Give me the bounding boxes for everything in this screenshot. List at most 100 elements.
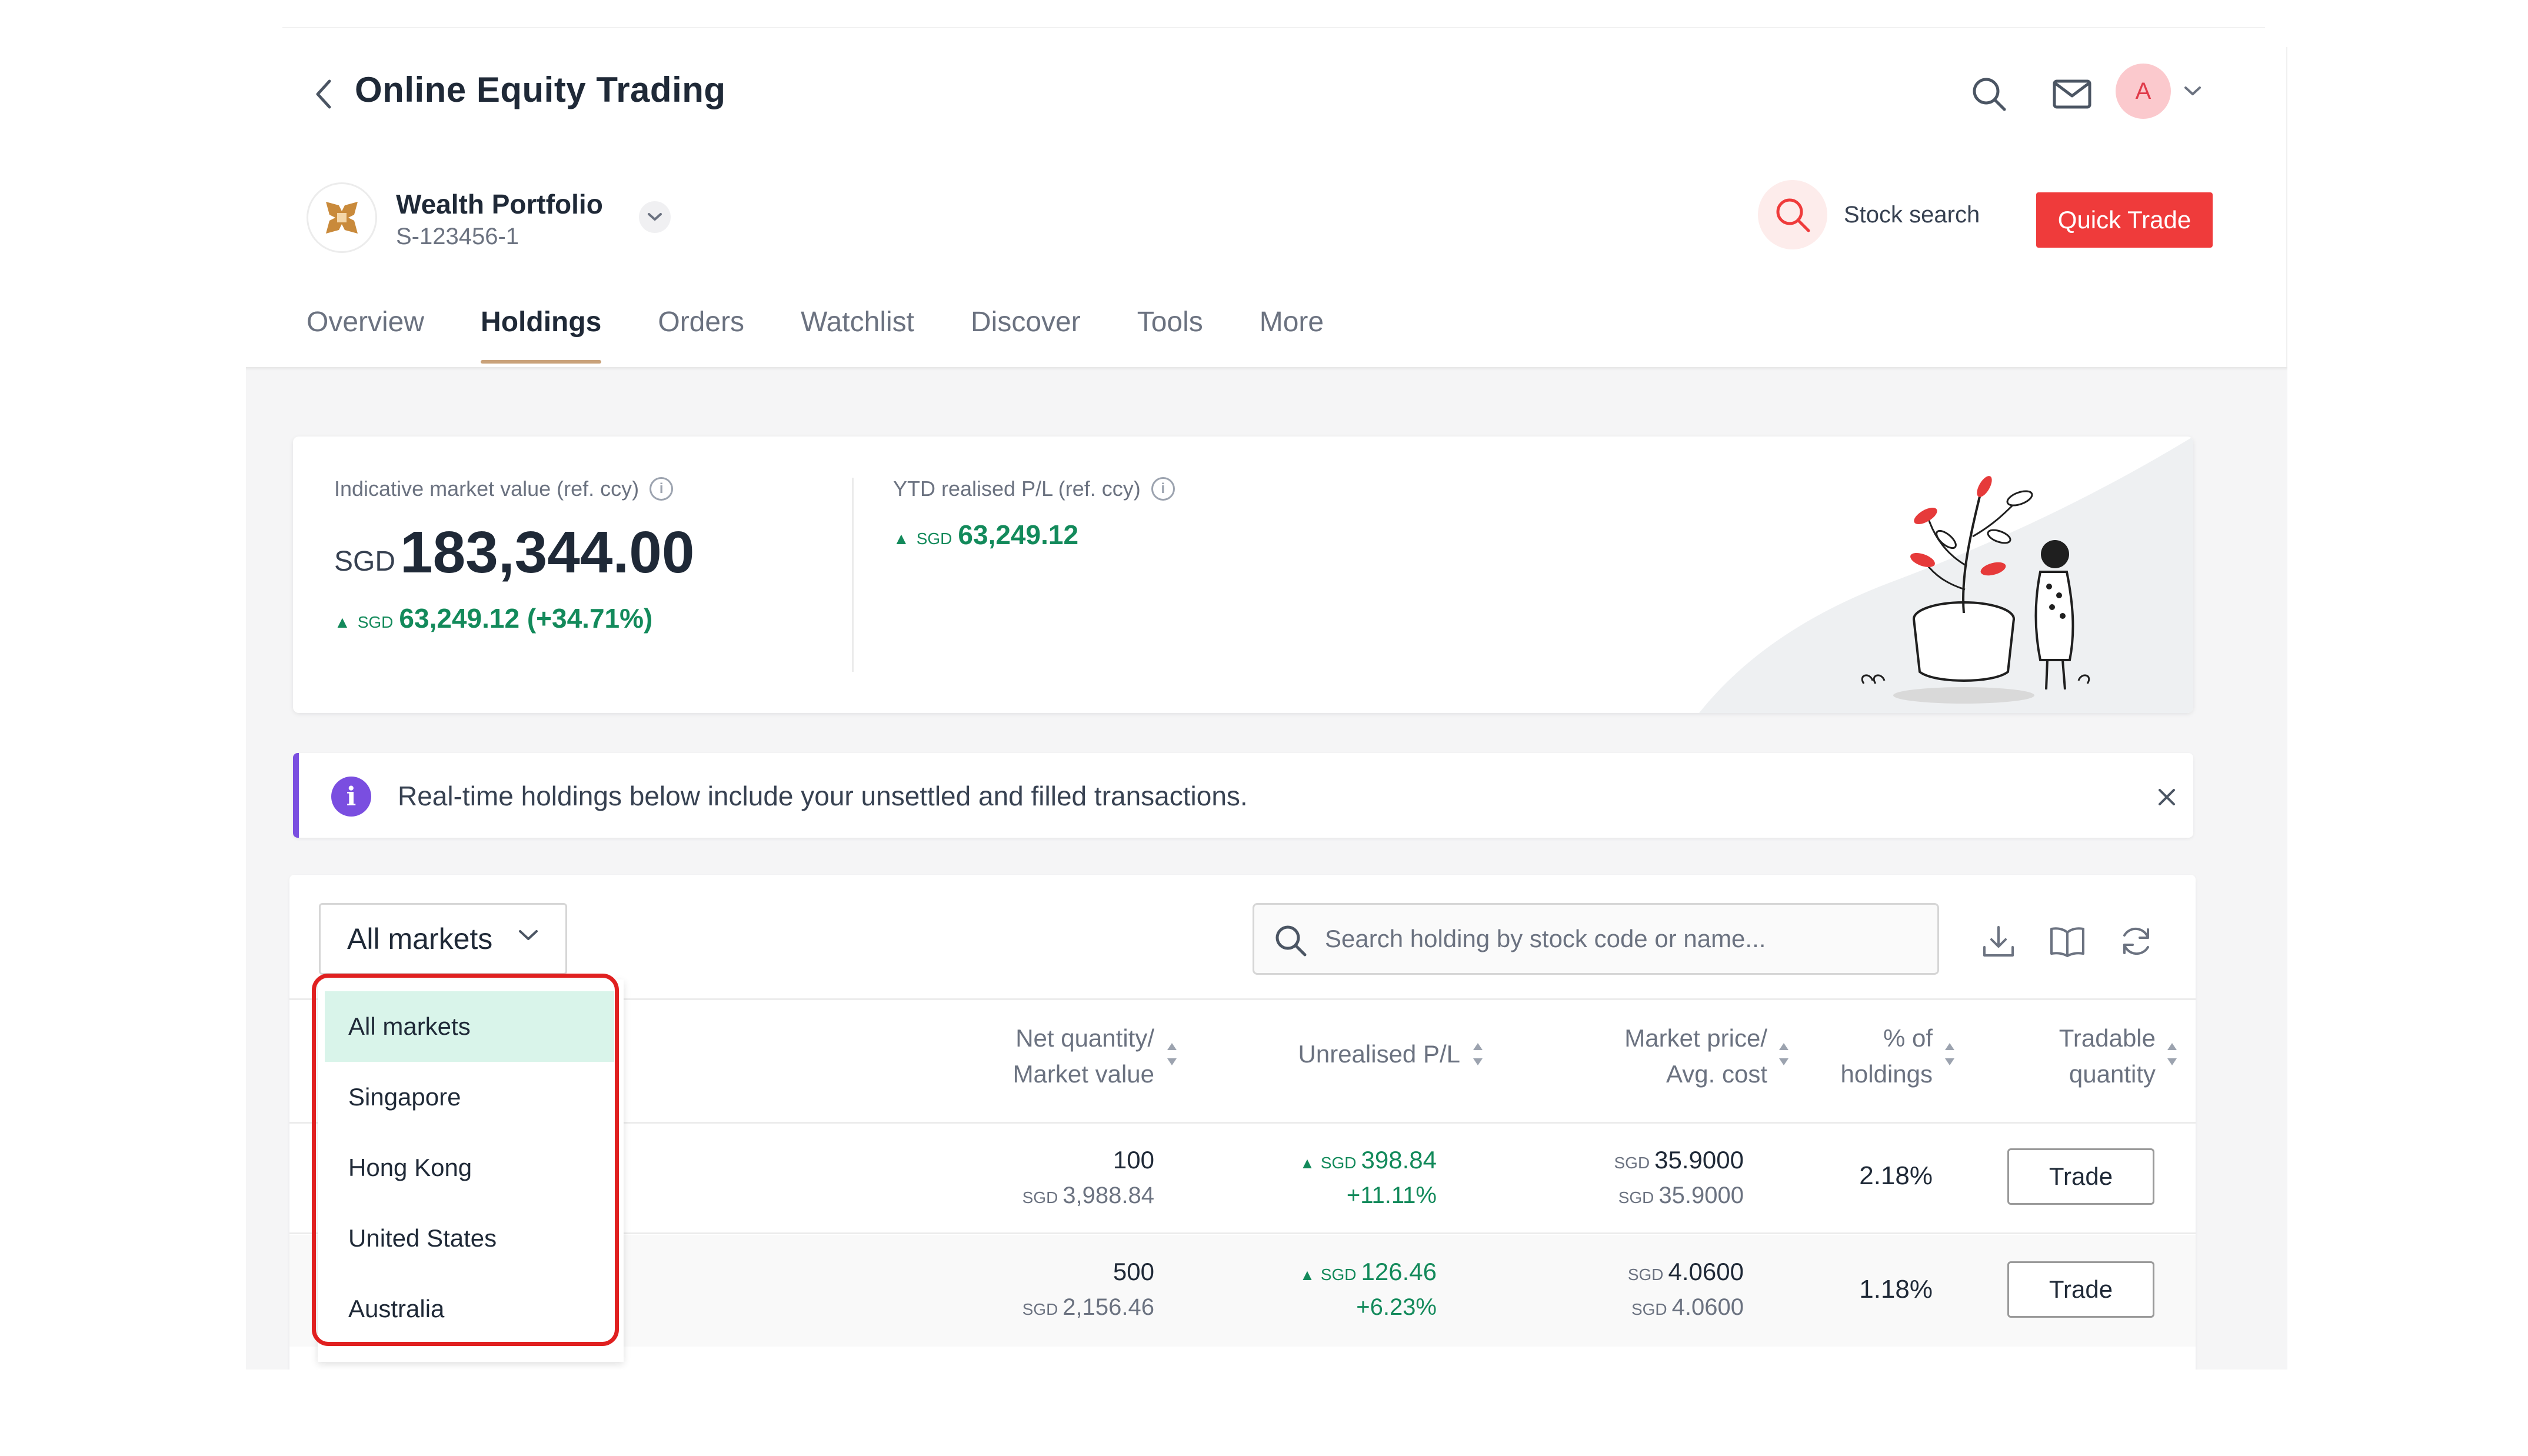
market-value-label-text: Indicative market value (ref. ccy): [334, 477, 640, 501]
up-arrow-icon: ▲: [1300, 1154, 1315, 1172]
market-filter-dropdown: All markets Singapore Hong Kong United S…: [318, 979, 624, 1362]
avg-cost: 35.9000: [1658, 1182, 1744, 1208]
market-option-united-states[interactable]: United States: [325, 1203, 614, 1274]
portfolio-name: Wealth Portfolio: [396, 189, 603, 219]
column-header-line: Net quantity/: [1015, 1024, 1154, 1052]
unrealised-pl-value: 398.84: [1361, 1146, 1437, 1174]
market-option-singapore[interactable]: Singapore: [325, 1062, 614, 1132]
tab-overview[interactable]: Overview: [307, 306, 424, 371]
net-quantity: 100: [1113, 1146, 1154, 1174]
market-value-label: Indicative market value (ref. ccy) i: [334, 477, 674, 501]
tab-discover[interactable]: Discover: [971, 306, 1081, 371]
column-header-net-quantity[interactable]: Net quantity/ Market value: [1013, 1021, 1154, 1092]
info-icon[interactable]: i: [650, 477, 674, 501]
column-header-line: Avg. cost: [1666, 1059, 1767, 1088]
quick-trade-button[interactable]: Quick Trade: [2036, 192, 2213, 248]
ytd-currency: SGD: [916, 529, 952, 548]
top-border: [282, 27, 2265, 28]
back-button[interactable]: [300, 71, 347, 118]
up-arrow-icon: ▲: [1300, 1266, 1315, 1284]
market-option-australia[interactable]: Australia: [325, 1274, 614, 1344]
column-header-percent-holdings[interactable]: % of holdings: [1841, 1021, 1933, 1092]
refresh-icon: [2123, 927, 2149, 955]
column-header-market-price[interactable]: Market price/ Avg. cost: [1624, 1021, 1767, 1092]
stock-search-label: Stock search: [1844, 201, 1980, 228]
close-icon: [2159, 789, 2175, 805]
market-option-hong-kong[interactable]: Hong Kong: [325, 1132, 614, 1203]
tab-more[interactable]: More: [1260, 306, 1324, 371]
tab-watchlist[interactable]: Watchlist: [801, 306, 914, 371]
market-option-all[interactable]: All markets: [325, 991, 614, 1062]
plant-illustration: [1640, 437, 2193, 713]
stock-search-button[interactable]: Stock search: [1758, 180, 1980, 249]
tab-bar: Overview Holdings Orders Watchlist Disco…: [307, 306, 1380, 371]
portfolio-logo-icon: [326, 202, 358, 234]
mail-button[interactable]: [2049, 71, 2096, 118]
sort-icon[interactable]: [1777, 1039, 1791, 1069]
holding-search-input[interactable]: [1253, 903, 1939, 975]
market-price-cell: SGD 35.9000 SGD 35.9000: [1614, 1142, 1744, 1212]
column-header-tradable-quantity[interactable]: Tradable quantity: [2059, 1021, 2156, 1092]
info-icon: i: [331, 777, 371, 817]
refresh-button[interactable]: [2116, 921, 2157, 962]
search-icon: [1776, 198, 1810, 232]
table-row: 500 SGD 2,156.46: [1022, 1254, 1154, 1324]
summary-card: Indicative market value (ref. ccy) i SGD…: [293, 437, 2193, 713]
sort-icon[interactable]: [1471, 1039, 1485, 1069]
currency-label: SGD: [1022, 1188, 1058, 1207]
unrealised-pl-cell: ▲ SGD 126.46 +6.23%: [1300, 1254, 1437, 1324]
market-filter-select[interactable]: All markets: [319, 903, 567, 975]
portfolio-logo: [307, 182, 377, 253]
avatar-menu-toggle[interactable]: [2178, 76, 2207, 106]
market-value-change-value: 63,249.12 (+34.71%): [399, 603, 653, 634]
search-button[interactable]: [1966, 71, 2013, 118]
unrealised-pl-value: 126.46: [1361, 1258, 1437, 1285]
summary-divider: [852, 478, 854, 672]
search-icon: [1973, 78, 2006, 111]
close-banner-button[interactable]: [2146, 777, 2187, 818]
download-button[interactable]: [1978, 921, 2019, 962]
column-header-line: Tradable: [2059, 1024, 2156, 1052]
info-banner-message: Real-time holdings below include your un…: [398, 781, 1248, 811]
download-icon: [1983, 926, 2014, 957]
column-header-line: Market value: [1012, 1059, 1154, 1088]
mail-icon: [2053, 79, 2091, 109]
app-header: Online Equity Trading A Wealth Portfolio…: [246, 47, 2287, 371]
market-value-change: ▲ SGD 63,249.12 (+34.71%): [334, 602, 652, 634]
market-value-change-currency: SGD: [357, 613, 394, 631]
currency-label: SGD: [1631, 1300, 1667, 1318]
avatar[interactable]: A: [2116, 64, 2171, 119]
bottom-margin: [0, 1370, 2528, 1456]
up-arrow-icon: ▲: [334, 613, 351, 631]
trade-button[interactable]: Trade: [2007, 1148, 2154, 1205]
tab-orders[interactable]: Orders: [658, 306, 744, 371]
column-header-line: holdings: [1840, 1059, 1933, 1088]
header-shadow: [246, 367, 2287, 371]
tab-holdings[interactable]: Holdings: [481, 306, 602, 371]
currency-label: SGD: [1618, 1188, 1654, 1207]
market-price: 35.9000: [1654, 1146, 1744, 1174]
market-price-cell: SGD 4.0600 SGD 4.0600: [1628, 1254, 1744, 1324]
sort-icon[interactable]: [1943, 1039, 1957, 1069]
avg-cost: 4.0600: [1671, 1294, 1744, 1320]
market-value: 3,988.84: [1063, 1182, 1154, 1208]
up-arrow-icon: ▲: [893, 529, 910, 548]
sort-icon[interactable]: [2165, 1039, 2179, 1069]
net-quantity: 500: [1113, 1258, 1154, 1285]
column-header-line: Unrealised P/L: [1298, 1040, 1460, 1068]
guide-button[interactable]: [2047, 921, 2088, 962]
percent-holdings: 1.18%: [1859, 1275, 1933, 1304]
column-header-unrealised-pl[interactable]: Unrealised P/L: [1298, 1037, 1460, 1072]
portfolio-switcher[interactable]: [639, 201, 671, 233]
unrealised-pl-percent: +11.11%: [1346, 1182, 1437, 1208]
unrealised-pl-cell: ▲ SGD 398.84 +11.11%: [1300, 1142, 1437, 1212]
column-header-line: % of: [1883, 1024, 1933, 1052]
info-icon[interactable]: i: [1151, 477, 1175, 501]
market-price: 4.0600: [1668, 1258, 1744, 1285]
search-icon: [1275, 925, 1307, 957]
table-row: 100 SGD 3,988.84: [1022, 1142, 1154, 1212]
page-title: Online Equity Trading: [355, 70, 726, 109]
trade-button[interactable]: Trade: [2007, 1261, 2154, 1318]
sort-icon[interactable]: [1165, 1039, 1179, 1069]
tab-tools[interactable]: Tools: [1137, 306, 1203, 371]
